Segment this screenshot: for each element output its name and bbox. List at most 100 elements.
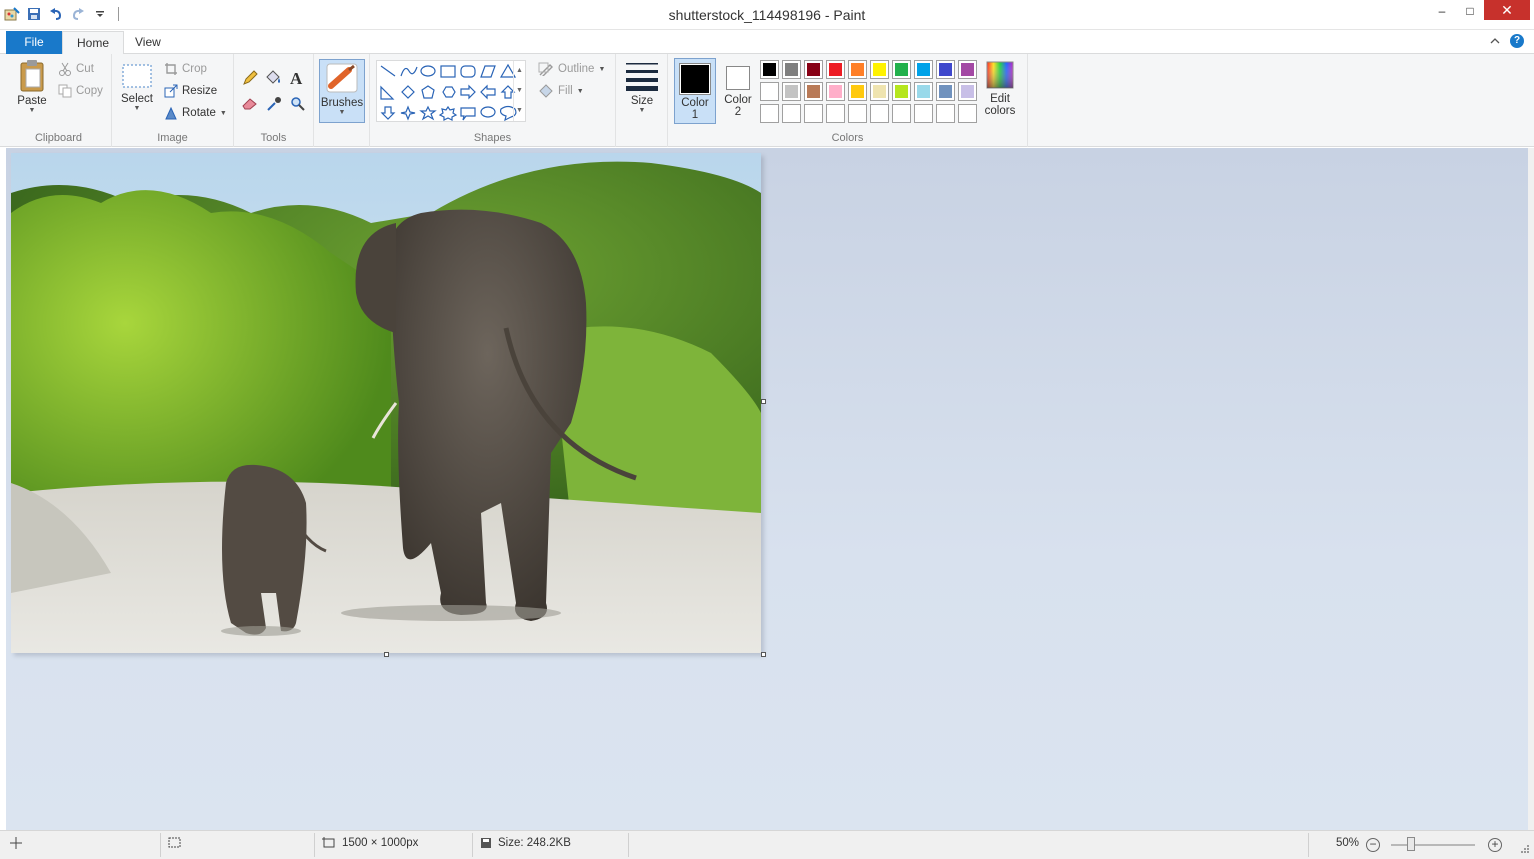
size-button[interactable]: Size ▼ [622, 60, 662, 114]
palette-swatch[interactable] [848, 60, 867, 79]
palette-swatch[interactable] [804, 104, 823, 123]
edit-colors-button[interactable]: Edit colors [980, 60, 1020, 117]
shapes-gallery-scroll[interactable]: ▲ ▼ ▼ [513, 61, 525, 121]
palette-swatch[interactable] [782, 82, 801, 101]
palette-swatch[interactable] [826, 82, 845, 101]
zoom-slider-track[interactable] [1391, 844, 1475, 846]
zoom-slider-thumb[interactable] [1407, 837, 1415, 851]
resize-label: Resize [182, 85, 218, 97]
palette-swatch[interactable] [782, 60, 801, 79]
vertical-scrollbar[interactable] [1528, 148, 1534, 830]
disk-icon [481, 838, 491, 848]
magnifier-tool[interactable] [290, 96, 306, 112]
palette-swatch[interactable] [958, 60, 977, 79]
colors-group-label: Colors [831, 132, 864, 144]
tab-home[interactable]: Home [62, 31, 125, 55]
maximize-button[interactable]: □ [1456, 0, 1484, 22]
zoom-in-button[interactable]: + [1488, 838, 1502, 852]
status-divider [472, 833, 473, 857]
palette-swatch[interactable] [848, 104, 867, 123]
brush-icon [326, 63, 358, 93]
palette-swatch[interactable] [914, 104, 933, 123]
color2-label: Color [724, 94, 752, 106]
zoom-out-button[interactable]: − [1366, 838, 1380, 852]
palette-swatch[interactable] [936, 104, 955, 123]
palette-swatch[interactable] [958, 104, 977, 123]
brushes-group: Brushes ▼ [314, 54, 370, 147]
resize-handle-corner[interactable] [761, 652, 766, 657]
palette-swatch[interactable] [892, 82, 911, 101]
brushes-label: Brushes [320, 97, 364, 109]
rotate-button[interactable]: Rotate ▼ [164, 106, 227, 120]
select-label: Select [121, 93, 153, 105]
palette-swatch[interactable] [848, 82, 867, 101]
selection-size [168, 837, 182, 849]
palette-swatch[interactable] [870, 104, 889, 123]
close-button[interactable]: ✕ [1484, 0, 1530, 20]
palette-swatch[interactable] [958, 82, 977, 101]
collapse-ribbon-icon[interactable] [1490, 34, 1500, 48]
color2-button[interactable]: Color 2 [718, 58, 758, 124]
line-size-icon [626, 63, 658, 91]
tab-view[interactable]: View [121, 31, 175, 55]
resize-grip-icon[interactable] [1520, 844, 1530, 857]
fill-button[interactable]: Fill ▼ [538, 84, 584, 98]
paste-button[interactable]: Paste ▼ [12, 58, 52, 114]
color2-swatch [726, 66, 750, 90]
fill-tool[interactable] [264, 70, 282, 86]
minimize-button[interactable]: ‒ [1428, 0, 1456, 22]
canvas-workspace[interactable] [6, 148, 1528, 830]
image-dimensions: 1500 × 1000px [322, 837, 418, 849]
crop-button[interactable]: Crop [164, 62, 207, 76]
palette-swatch[interactable] [936, 60, 955, 79]
palette-swatch[interactable] [892, 104, 911, 123]
status-divider [160, 833, 161, 857]
eraser-icon [242, 98, 257, 110]
outline-button[interactable]: Outline ▼ [538, 62, 605, 76]
cut-button[interactable]: Cut [58, 62, 94, 76]
canvas-size-icon [322, 837, 335, 848]
file-size-text: Size: 248.2KB [498, 837, 571, 849]
status-bar: 1500 × 1000px Size: 248.2KB 50% − + [0, 830, 1534, 859]
resize-handle-bottom[interactable] [384, 652, 389, 657]
palette-swatch[interactable] [892, 60, 911, 79]
resize-button[interactable]: Resize [164, 84, 217, 98]
dimensions-text: 1500 × 1000px [342, 837, 419, 849]
text-tool[interactable]: A [290, 69, 302, 89]
palette-swatch[interactable] [804, 82, 823, 101]
ribbon: Paste ▼ Cut Copy Clipboard Select ▼ Crop… [0, 54, 1534, 147]
elephant-photo [11, 153, 761, 653]
paste-label: Paste [17, 95, 47, 107]
select-icon [122, 64, 152, 88]
magnifier-icon [291, 97, 305, 111]
select-button[interactable]: Select ▼ [118, 62, 156, 112]
palette-swatch[interactable] [936, 82, 955, 101]
palette-swatch[interactable] [760, 104, 779, 123]
palette-swatch[interactable] [870, 60, 889, 79]
color1-swatch [679, 63, 711, 95]
palette-swatch[interactable] [760, 82, 779, 101]
help-icon[interactable]: ? [1510, 34, 1524, 48]
palette-swatch[interactable] [804, 60, 823, 79]
image-canvas[interactable] [11, 153, 761, 653]
text-icon: A [290, 69, 303, 88]
color-palette [760, 60, 984, 126]
pencil-tool[interactable] [242, 70, 258, 86]
eraser-tool[interactable] [242, 96, 258, 110]
palette-swatch[interactable] [826, 60, 845, 79]
brushes-button[interactable]: Brushes ▼ [319, 59, 365, 123]
palette-swatch[interactable] [760, 60, 779, 79]
color-picker-tool[interactable] [266, 96, 282, 112]
color1-button[interactable]: Color 1 [674, 58, 716, 124]
copy-button[interactable]: Copy [58, 84, 103, 98]
image-group: Select ▼ Crop Resize Rotate ▼ Image [112, 54, 234, 147]
palette-swatch[interactable] [782, 104, 801, 123]
palette-swatch[interactable] [870, 82, 889, 101]
resize-handle-right[interactable] [761, 399, 766, 404]
clipboard-group-label: Clipboard [34, 132, 83, 144]
palette-swatch[interactable] [914, 82, 933, 101]
tools-group-label: Tools [260, 132, 287, 144]
tab-file[interactable]: File [6, 31, 62, 54]
palette-swatch[interactable] [826, 104, 845, 123]
palette-swatch[interactable] [914, 60, 933, 79]
